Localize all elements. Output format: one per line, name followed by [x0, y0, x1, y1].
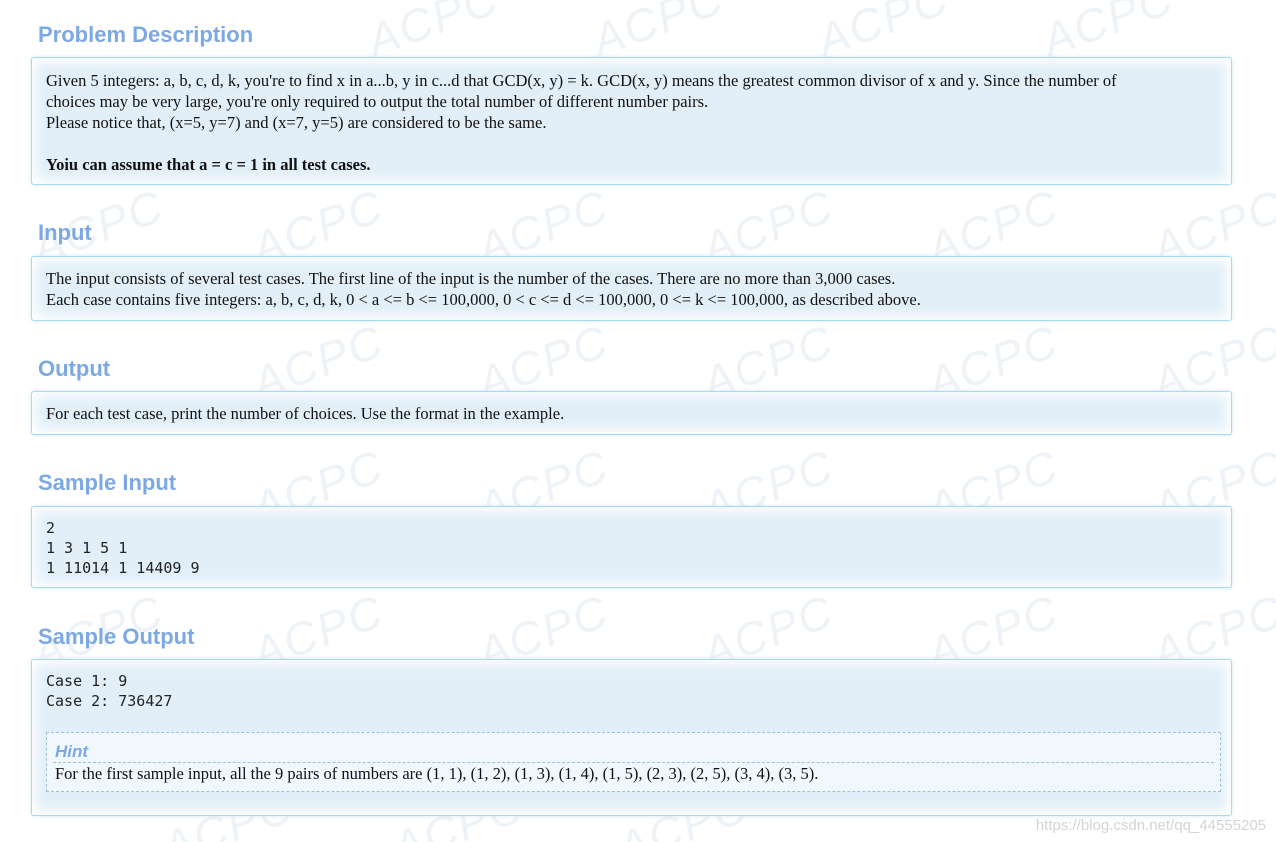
problem-line: Given 5 integers: a, b, c, d, k, you're … — [46, 71, 1117, 90]
problem-description-text: Given 5 integers: a, b, c, d, k, you're … — [46, 70, 1217, 175]
sample-output-heading: Sample Output — [38, 624, 195, 649]
url-watermark: https://blog.csdn.net/qq_44555205 — [1035, 817, 1266, 834]
sample-output-line: Case 1: 9 — [46, 672, 128, 690]
sample-input-heading: Sample Input — [38, 470, 177, 495]
sample-input-line: 1 3 1 5 1 — [46, 539, 128, 557]
sample-input-line: 1 11014 1 14409 9 — [46, 559, 200, 577]
hint-box: Hint For the first sample input, all the… — [46, 732, 1221, 792]
sample-output-code: Case 1: 9 Case 2: 736427 — [46, 671, 1217, 711]
problem-line: Please notice that, (x=5, y=7) and (x=7,… — [46, 113, 547, 132]
sample-output-panel: Case 1: 9 Case 2: 736427 Hint For the fir… — [31, 659, 1232, 816]
problem-description-heading: Problem Description — [38, 22, 254, 47]
sample-input-code: 2 1 3 1 5 1 1 11014 1 14409 9 — [46, 518, 1217, 578]
input-heading: Input — [38, 220, 92, 245]
problem-line: choices may be very large, you're only r… — [46, 92, 709, 111]
sample-input-line: 2 — [46, 519, 56, 537]
output-text: For each test case, print the number of … — [46, 403, 1217, 424]
input-line: Each case contains five integers: a, b, … — [46, 290, 921, 309]
sample-output-line: Case 2: 736427 — [46, 692, 173, 710]
input-line: The input consists of several test cases… — [46, 269, 896, 288]
problem-bold-note: Yoiu can assume that a = c = 1 in all te… — [46, 155, 371, 174]
input-panel: The input consists of several test cases… — [31, 256, 1232, 321]
input-text: The input consists of several test cases… — [46, 268, 1217, 310]
sample-input-panel: 2 1 3 1 5 1 1 11014 1 14409 9 — [31, 506, 1232, 588]
problem-description-panel: Given 5 integers: a, b, c, d, k, you're … — [31, 57, 1232, 185]
hint-text: For the first sample input, all the 9 pa… — [55, 764, 819, 783]
hint-divider — [53, 762, 1214, 763]
output-line: For each test case, print the number of … — [46, 404, 565, 423]
output-heading: Output — [38, 356, 111, 381]
hint-title: Hint — [55, 742, 89, 761]
output-panel: For each test case, print the number of … — [31, 391, 1232, 435]
